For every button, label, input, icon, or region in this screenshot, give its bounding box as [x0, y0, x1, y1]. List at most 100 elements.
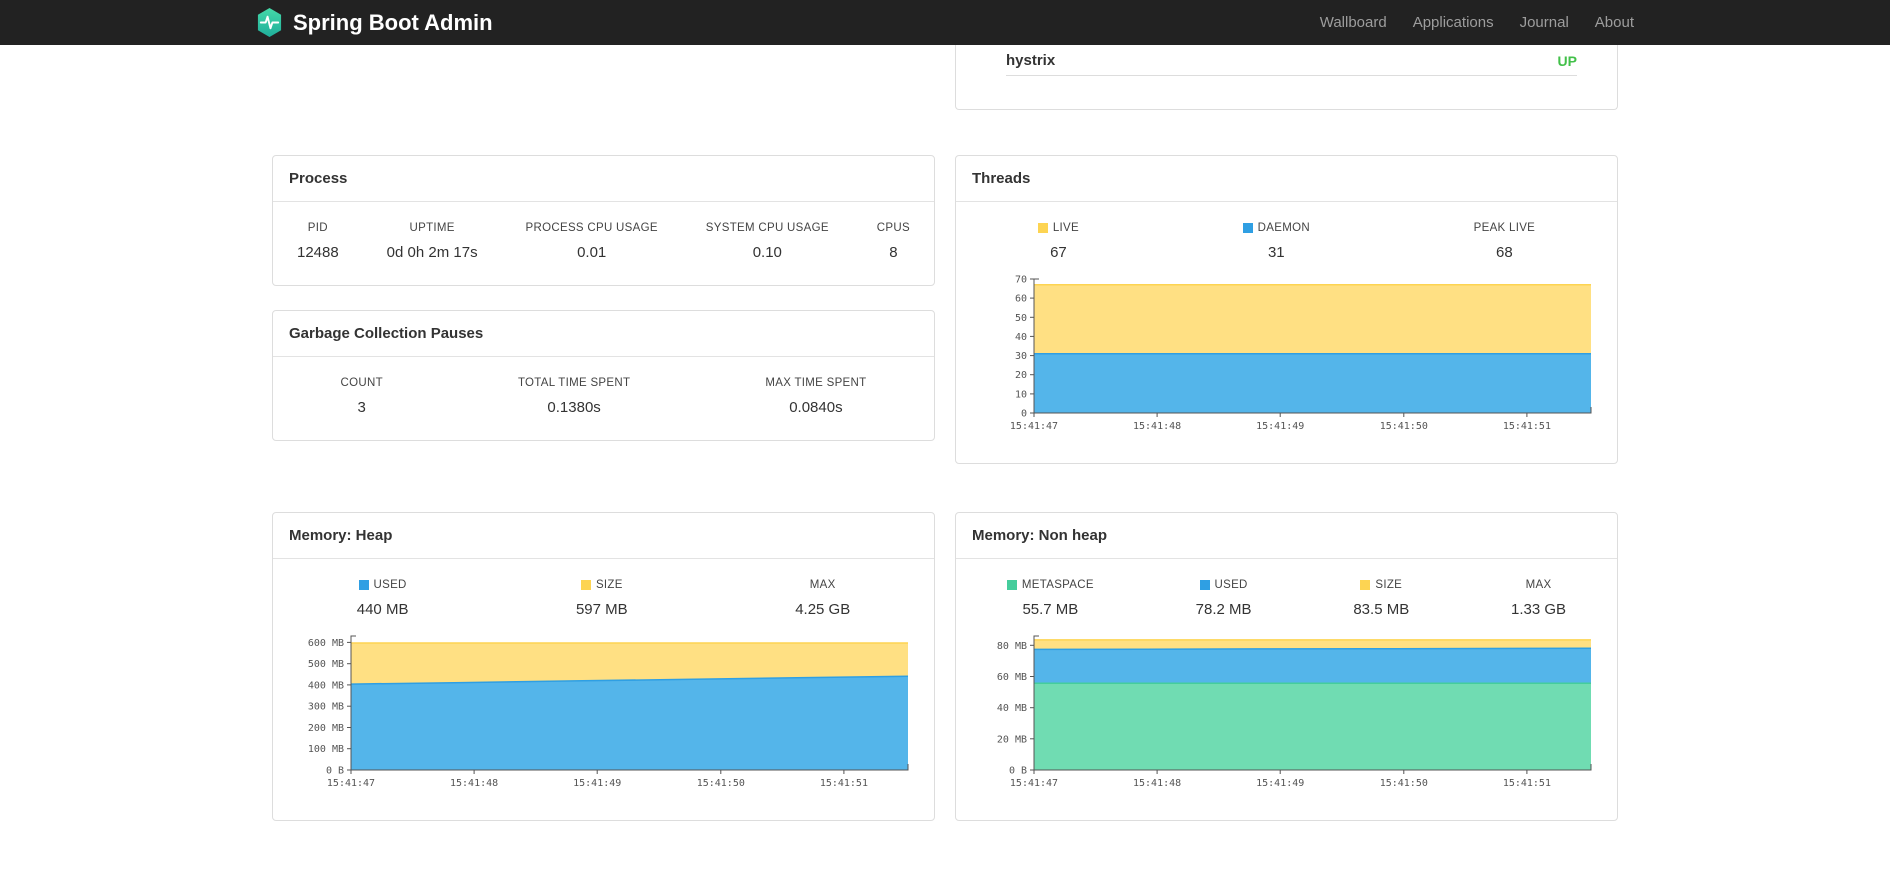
stat-value: 78.2 MB	[1195, 601, 1252, 618]
stat-value: 12488	[296, 244, 339, 261]
stat-value: 0.01	[577, 244, 607, 261]
stat-heap-size: SIZE 597 MB	[576, 579, 628, 618]
stat-label: CPUS	[877, 222, 910, 234]
memory-nonheap-stats: METASPACE 55.7 MB USED 78.2 MB SIZE 83.5…	[956, 579, 1617, 618]
stat-label-text: TOTAL TIME SPENT	[517, 377, 631, 389]
stat-label: MAX TIME SPENT	[765, 377, 866, 389]
svg-text:80 MB: 80 MB	[997, 641, 1027, 652]
left-column: Process PID 12488 UPTIME 0d 0h 2m 17s PR…	[272, 155, 935, 464]
stat-value: 0.0840s	[789, 399, 843, 416]
stat-threads-daemon: DAEMON 31	[1242, 222, 1310, 261]
stat-value: 8	[889, 244, 898, 261]
stat-label-text: PEAK LIVE	[1473, 222, 1536, 234]
brand-link[interactable]: Spring Boot Admin	[256, 7, 493, 38]
size-legend-swatch	[580, 580, 591, 590]
threads-stats: LIVE 67 DAEMON 31 PEAK LIVE 68	[956, 222, 1617, 261]
svg-text:15:41:47: 15:41:47	[1010, 421, 1058, 432]
navbar: Spring Boot Admin Wallboard Applications…	[0, 0, 1890, 45]
live-legend-swatch	[1037, 223, 1048, 233]
stat-label: SYSTEM CPU USAGE	[706, 222, 829, 234]
stat-value: 0d 0h 2m 17s	[386, 244, 478, 261]
svg-text:10: 10	[1015, 389, 1027, 400]
svg-text:15:41:47: 15:41:47	[1010, 778, 1058, 789]
svg-text:200 MB: 200 MB	[308, 723, 344, 734]
stat-value: 1.33 GB	[1511, 601, 1567, 618]
stat-label-text: MAX	[1525, 579, 1552, 591]
svg-text:600 MB: 600 MB	[308, 638, 344, 649]
stat-label-text: METASPACE	[1021, 579, 1094, 591]
svg-text:60 MB: 60 MB	[997, 672, 1027, 683]
stat-value: 0.1380s	[547, 399, 601, 416]
size-legend-swatch	[1360, 580, 1371, 590]
svg-text:40 MB: 40 MB	[997, 703, 1027, 714]
svg-text:15:41:47: 15:41:47	[327, 778, 375, 789]
nav-link-wallboard[interactable]: Wallboard	[1307, 14, 1400, 31]
process-card: Process PID 12488 UPTIME 0d 0h 2m 17s PR…	[272, 155, 935, 286]
threads-card-body: LIVE 67 DAEMON 31 PEAK LIVE 68 0 10 20 3…	[956, 202, 1617, 463]
svg-text:70: 70	[1015, 275, 1027, 286]
stat-value: 68	[1496, 244, 1513, 261]
svg-text:15:41:51: 15:41:51	[1503, 421, 1551, 432]
threads-chart: 0 10 20 30 40 50 60 70 15:41:47 15:41:48 15:41:49 1…	[1010, 275, 1592, 432]
svg-text:30: 30	[1015, 351, 1027, 362]
stat-gc-total-time: TOTAL TIME SPENT 0.1380s	[518, 377, 630, 416]
svg-text:15:41:48: 15:41:48	[450, 778, 498, 789]
stat-label-text: USED	[1214, 579, 1248, 591]
used-legend-swatch	[358, 580, 369, 590]
threads-card-title: Threads	[956, 156, 1617, 202]
stat-label-text: PID	[307, 222, 328, 234]
memory-nonheap-card-body: METASPACE 55.7 MB USED 78.2 MB SIZE 83.5…	[956, 559, 1617, 820]
svg-text:15:41:49: 15:41:49	[1256, 421, 1304, 432]
stat-label: COUNT	[341, 377, 383, 389]
process-stats: PID 12488 UPTIME 0d 0h 2m 17s PROCESS CP…	[273, 222, 934, 261]
svg-text:0: 0	[1021, 409, 1027, 420]
memory-heap-stats: USED 440 MB SIZE 597 MB MAX 4.25 GB	[273, 579, 934, 618]
stat-value: 31	[1267, 244, 1285, 261]
svg-text:15:41:51: 15:41:51	[1503, 778, 1551, 789]
svg-text:20: 20	[1015, 370, 1027, 381]
stat-label-text: SIZE	[1375, 579, 1403, 591]
nav-links: Wallboard Applications Journal About	[1307, 14, 1634, 31]
top-row-spacer	[272, 45, 935, 110]
stat-value: 55.7 MB	[1022, 601, 1079, 618]
stat-process-cpu-usage: PROCESS CPU USAGE 0.01	[526, 222, 658, 261]
svg-text:15:41:49: 15:41:49	[1256, 778, 1304, 789]
stat-label: SIZE	[576, 579, 628, 591]
svg-text:15:41:48: 15:41:48	[1133, 778, 1181, 789]
svg-text:400 MB: 400 MB	[308, 680, 344, 691]
stat-label-text: SIZE	[595, 579, 623, 591]
svg-text:100 MB: 100 MB	[308, 744, 344, 755]
stat-label: UPTIME	[387, 222, 478, 234]
main-content: Process PID 12488 UPTIME 0d 0h 2m 17s PR…	[272, 155, 1618, 821]
used-legend-swatch	[1199, 580, 1210, 590]
stat-uptime: UPTIME 0d 0h 2m 17s	[387, 222, 478, 261]
svg-text:0 B: 0 B	[326, 766, 344, 777]
stat-label-text: UPTIME	[409, 222, 455, 234]
stat-label: SIZE	[1353, 579, 1409, 591]
stat-heap-used: USED 440 MB	[357, 579, 409, 618]
daemon-legend-swatch	[1242, 223, 1253, 233]
metaspace-legend-swatch	[1006, 580, 1017, 590]
threads-card: Threads LIVE 67 DAEMON 31 PEAK LIVE 68 0…	[955, 155, 1618, 464]
stat-value: 3	[357, 399, 366, 416]
process-card-title: Process	[273, 156, 934, 202]
stat-nonheap-metaspace: METASPACE 55.7 MB	[1006, 579, 1094, 618]
stat-value: 67	[1050, 244, 1067, 261]
svg-text:15:41:50: 15:41:50	[697, 778, 745, 789]
nav-link-applications[interactable]: Applications	[1400, 14, 1507, 31]
stat-value: 4.25 GB	[795, 601, 851, 618]
applications-panel-fragment: hystrix UP	[955, 45, 1618, 110]
svg-text:15:41:50: 15:41:50	[1380, 421, 1428, 432]
nav-link-journal[interactable]: Journal	[1507, 14, 1582, 31]
application-name: hystrix	[1006, 52, 1056, 69]
stat-system-cpu-usage: SYSTEM CPU USAGE 0.10	[706, 222, 829, 261]
nav-link-about[interactable]: About	[1582, 14, 1634, 31]
svg-text:15:41:49: 15:41:49	[573, 778, 621, 789]
stat-label-text: DAEMON	[1257, 222, 1310, 234]
memory-heap-card-title: Memory: Heap	[273, 513, 934, 559]
stat-label: METASPACE	[1006, 579, 1094, 591]
application-row-hystrix[interactable]: hystrix UP	[1006, 45, 1577, 76]
memory-heap-chart: 0 B 100 MB 200 MB 300 MB 400 MB 500 MB 600 MB 1…	[308, 635, 909, 789]
stat-label-text: MAX	[809, 579, 836, 591]
svg-text:0 B: 0 B	[1009, 766, 1027, 777]
